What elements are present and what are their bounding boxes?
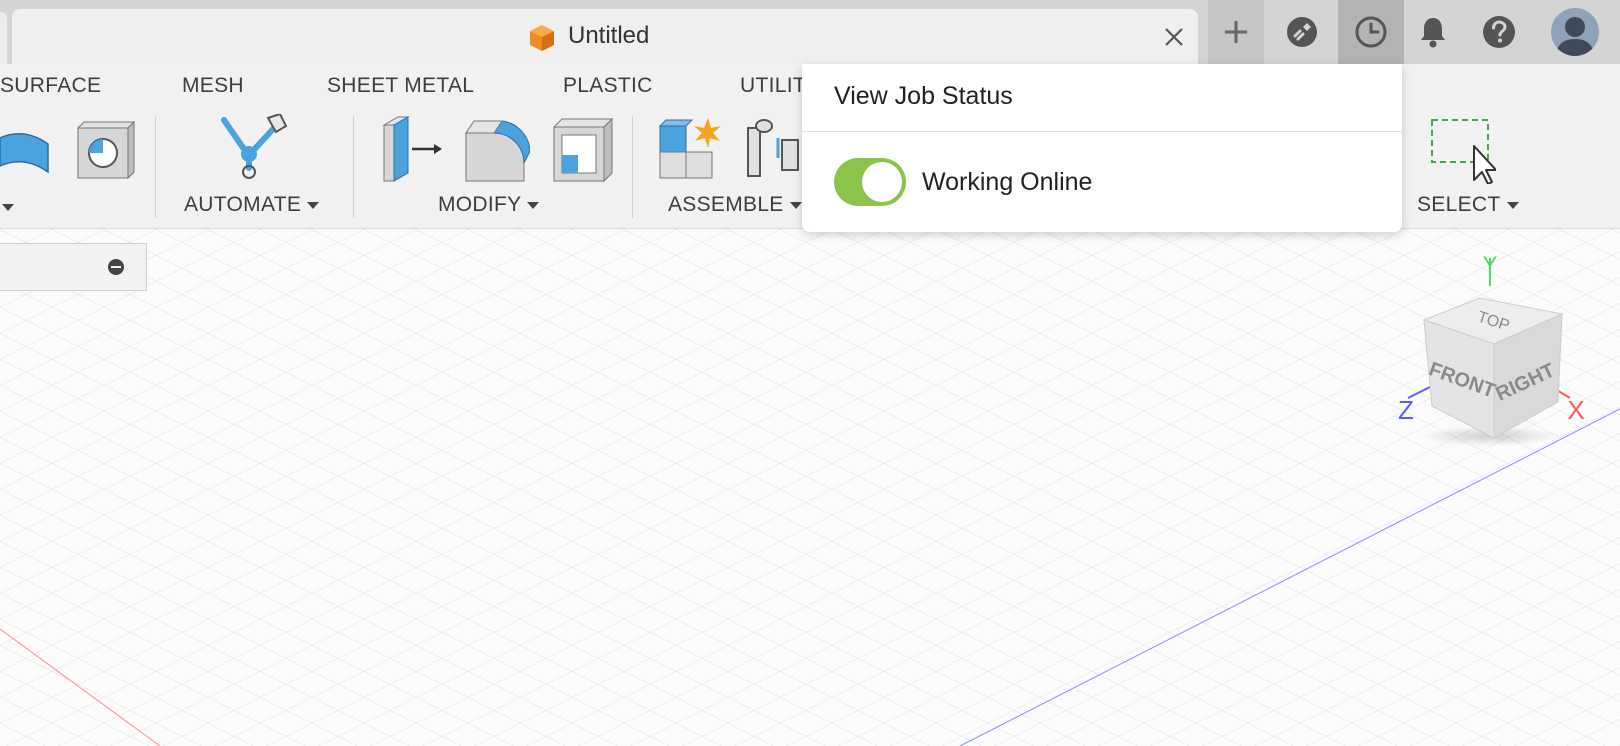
user-avatar bbox=[1551, 8, 1599, 56]
surface-patch-icon[interactable] bbox=[0, 116, 52, 188]
popup-divider bbox=[802, 131, 1402, 132]
document-tab[interactable]: Untitled bbox=[12, 9, 1198, 64]
offline-button[interactable] bbox=[1274, 0, 1330, 64]
select-icon[interactable] bbox=[1430, 114, 1496, 184]
assemble-group-label[interactable]: ASSEMBLE bbox=[668, 193, 802, 217]
working-online-toggle[interactable] bbox=[834, 158, 906, 206]
help-icon bbox=[1483, 16, 1515, 48]
working-online-label: Working Online bbox=[922, 168, 1093, 196]
close-tab-icon[interactable] bbox=[1160, 23, 1188, 51]
canvas-viewport[interactable] bbox=[0, 229, 1620, 746]
title-bar: Untitled bbox=[0, 0, 1620, 64]
group-separator bbox=[353, 116, 354, 218]
minimize-icon[interactable] bbox=[108, 259, 124, 275]
toggle-knob bbox=[862, 162, 902, 202]
help-button[interactable] bbox=[1468, 0, 1530, 64]
surface-group-caret-icon[interactable] bbox=[2, 204, 14, 211]
document-cube-icon bbox=[530, 25, 554, 51]
notifications-button[interactable] bbox=[1405, 0, 1461, 64]
document-title: Untitled bbox=[568, 22, 650, 49]
z-axis-label: Z bbox=[1398, 395, 1414, 425]
new-tab-button[interactable] bbox=[1208, 0, 1264, 64]
x-axis-label: X bbox=[1567, 395, 1584, 425]
automate-group-label[interactable]: AUTOMATE bbox=[184, 193, 320, 217]
shell-icon[interactable] bbox=[548, 115, 616, 185]
tab-surface[interactable]: SURFACE bbox=[0, 74, 101, 98]
ground-grid bbox=[0, 229, 1620, 746]
new-component-icon[interactable] bbox=[656, 116, 722, 182]
press-pull-icon[interactable] bbox=[378, 115, 442, 185]
surface-cube-icon[interactable] bbox=[70, 116, 138, 186]
automate-icon[interactable] bbox=[218, 114, 290, 180]
plus-icon bbox=[1225, 21, 1247, 43]
automate-caret-icon bbox=[307, 201, 320, 209]
bell-icon bbox=[1421, 18, 1445, 48]
assemble-caret-icon bbox=[789, 201, 802, 209]
group-separator bbox=[632, 116, 633, 218]
tab-sheet-metal[interactable]: SHEET METAL bbox=[327, 74, 474, 98]
group-separator bbox=[155, 116, 156, 218]
view-job-status-link[interactable]: View Job Status bbox=[834, 82, 1013, 111]
joint-icon[interactable] bbox=[744, 118, 802, 180]
browser-panel[interactable] bbox=[0, 243, 147, 291]
tab-mesh[interactable]: MESH bbox=[182, 74, 244, 98]
fillet-icon[interactable] bbox=[462, 115, 530, 185]
job-status-button[interactable] bbox=[1338, 0, 1404, 64]
profile-button[interactable] bbox=[1540, 0, 1610, 64]
previous-tab-stub[interactable] bbox=[0, 12, 7, 64]
view-cube[interactable]: TOP FRONT RIGHT Y Z X bbox=[1390, 246, 1600, 446]
select-caret-icon bbox=[1506, 201, 1519, 209]
select-group-label[interactable]: SELECT bbox=[1417, 193, 1519, 217]
modify-caret-icon bbox=[527, 201, 540, 209]
tab-plastic[interactable]: PLASTIC bbox=[563, 74, 653, 98]
offline-icon bbox=[1287, 17, 1317, 47]
y-axis-label: Y bbox=[1483, 252, 1498, 277]
modify-group-label[interactable]: MODIFY bbox=[438, 193, 540, 217]
clock-icon bbox=[1355, 16, 1387, 48]
job-status-popup: View Job Status Working Online bbox=[802, 64, 1402, 232]
